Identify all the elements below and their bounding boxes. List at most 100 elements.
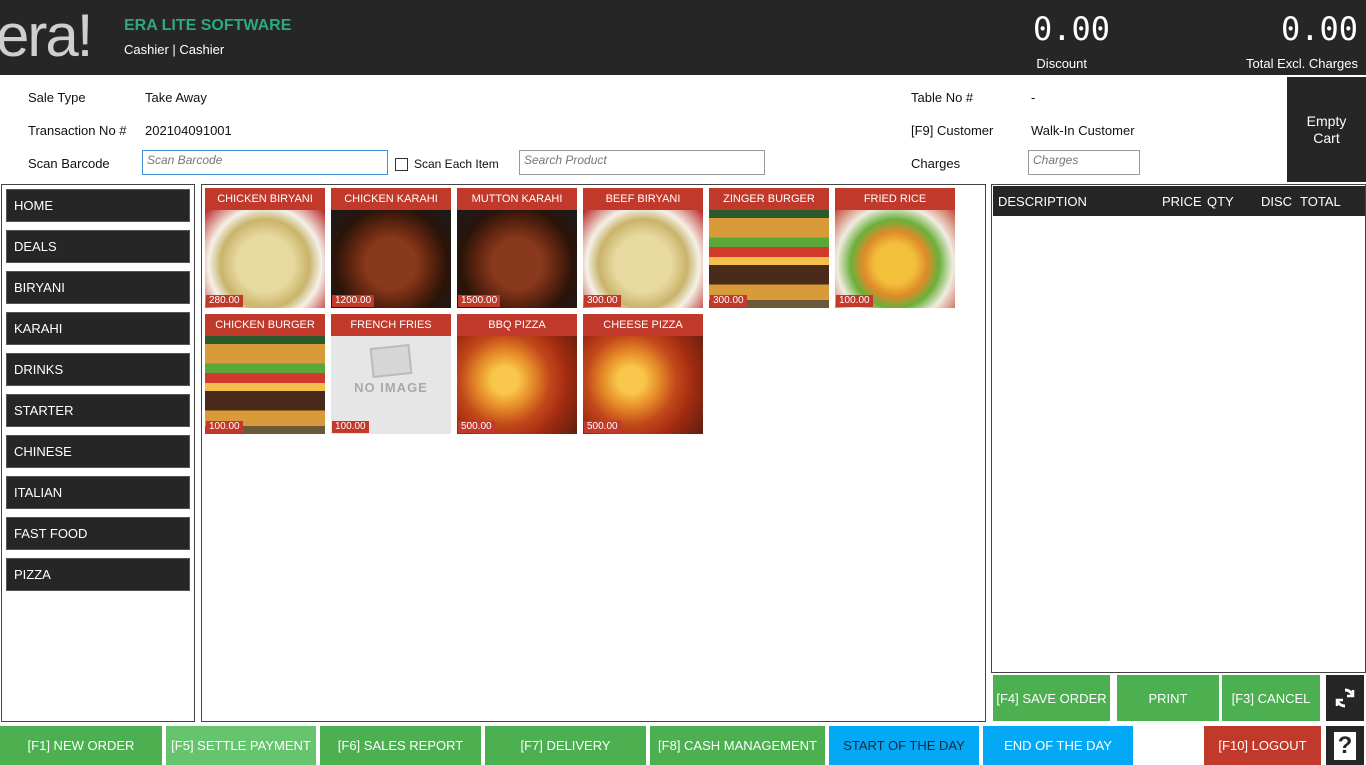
sale-type-label: Sale Type bbox=[28, 90, 86, 105]
refresh-icon bbox=[1335, 688, 1355, 708]
product-tile[interactable]: CHEESE PIZZA 500.00 bbox=[583, 314, 703, 434]
pizza-image bbox=[457, 336, 577, 434]
product-name: ZINGER BURGER bbox=[709, 188, 829, 210]
discount-value: 0.00 bbox=[1032, 10, 1110, 48]
product-tile[interactable]: CHICKEN BIRYANI 280.00 bbox=[205, 188, 325, 308]
category-drinks[interactable]: DRINKS bbox=[6, 353, 190, 386]
cart-col-description: DESCRIPTION bbox=[998, 194, 1087, 209]
product-name: FRIED RICE bbox=[835, 188, 955, 210]
category-karahi[interactable]: KARAHI bbox=[6, 312, 190, 345]
product-name: BBQ PIZZA bbox=[457, 314, 577, 336]
customer-label[interactable]: [F9] Customer bbox=[911, 123, 993, 138]
category-home[interactable]: HOME bbox=[6, 189, 190, 222]
help-icon: ? bbox=[1334, 731, 1356, 760]
charges-label: Charges bbox=[911, 156, 961, 171]
product-name: CHICKEN BIRYANI bbox=[205, 188, 325, 210]
product-tile[interactable]: FRENCH FRIES NO IMAGE 100.00 bbox=[331, 314, 451, 434]
product-panel: CHICKEN BIRYANI 280.00 CHICKEN KARAHI 12… bbox=[201, 184, 986, 722]
product-price: 100.00 bbox=[836, 295, 873, 307]
category-pizza[interactable]: PIZZA bbox=[6, 558, 190, 591]
total-value: 0.00 bbox=[1280, 10, 1358, 48]
category-chinese[interactable]: CHINESE bbox=[6, 435, 190, 468]
product-tile[interactable]: CHICKEN BURGER 100.00 bbox=[205, 314, 325, 434]
burger-image bbox=[709, 210, 829, 308]
start-of-day-button[interactable]: START OF THE DAY bbox=[829, 726, 979, 765]
empty-cart-button[interactable]: Empty Cart bbox=[1287, 77, 1366, 182]
product-price: 500.00 bbox=[584, 421, 621, 433]
product-price: 300.00 bbox=[584, 295, 621, 307]
scan-each-checkbox[interactable] bbox=[395, 158, 408, 171]
cancel-button[interactable]: [F3] CANCEL bbox=[1222, 675, 1320, 721]
cart-col-disc: DISC bbox=[1261, 194, 1293, 209]
refresh-button[interactable] bbox=[1326, 675, 1364, 721]
user-info: Cashier | Cashier bbox=[124, 42, 225, 57]
new-order-button[interactable]: [F1] NEW ORDER bbox=[0, 726, 162, 765]
cart-col-qty: QTY bbox=[1207, 194, 1234, 209]
charges-input[interactable]: Charges bbox=[1028, 150, 1140, 175]
product-tile[interactable]: BBQ PIZZA 500.00 bbox=[457, 314, 577, 434]
table-value: - bbox=[1031, 90, 1036, 105]
settle-payment-button[interactable]: [F5] SETTLE PAYMENT bbox=[166, 726, 316, 765]
product-tile[interactable]: MUTTON KARAHI 1500.00 bbox=[457, 188, 577, 308]
karahi-image bbox=[331, 210, 451, 308]
product-price: 1500.00 bbox=[458, 295, 501, 307]
image-placeholder-icon bbox=[369, 343, 413, 379]
fried-rice-image bbox=[835, 210, 955, 308]
product-tile[interactable]: BEEF BIRYANI 300.00 bbox=[583, 188, 703, 308]
no-image-text: NO IMAGE bbox=[354, 380, 428, 395]
sales-report-button[interactable]: [F6] SALES REPORT bbox=[320, 726, 481, 765]
pizza-image bbox=[583, 336, 703, 434]
karahi-image bbox=[457, 210, 577, 308]
delivery-button[interactable]: [F7] DELIVERY bbox=[485, 726, 646, 765]
search-product-input[interactable]: Search Product bbox=[519, 150, 765, 175]
cart-col-price: PRICE bbox=[1162, 194, 1202, 209]
cart-header: DESCRIPTION PRICE QTY DISC TOTAL bbox=[993, 186, 1365, 216]
top-header: era! ERA LITE SOFTWARE Cashier | Cashier… bbox=[0, 0, 1366, 75]
transaction-label: Transaction No # bbox=[28, 123, 127, 138]
product-price: 1200.00 bbox=[332, 295, 375, 307]
logout-button[interactable]: [F10] LOGOUT bbox=[1204, 726, 1321, 765]
category-panel: HOME DEALS BIRYANI KARAHI DRINKS STARTER… bbox=[1, 184, 195, 722]
transaction-value: 202104091001 bbox=[145, 123, 232, 138]
biryani-image bbox=[205, 210, 325, 308]
scan-barcode-label: Scan Barcode bbox=[28, 156, 110, 171]
print-button[interactable]: PRINT bbox=[1117, 675, 1219, 721]
product-price: 280.00 bbox=[206, 295, 243, 307]
discount-label: Discount bbox=[1036, 56, 1087, 71]
product-price: 300.00 bbox=[710, 295, 747, 307]
table-label: Table No # bbox=[911, 90, 974, 105]
category-fast-food[interactable]: FAST FOOD bbox=[6, 517, 190, 550]
product-name: CHEESE PIZZA bbox=[583, 314, 703, 336]
cart-panel: DESCRIPTION PRICE QTY DISC TOTAL bbox=[991, 184, 1366, 673]
scan-barcode-input[interactable]: Scan Barcode bbox=[142, 150, 388, 175]
product-name: CHICKEN BURGER bbox=[205, 314, 325, 336]
scan-each-label: Scan Each Item bbox=[414, 157, 499, 171]
product-price: 100.00 bbox=[206, 421, 243, 433]
product-name: CHICKEN KARAHI bbox=[331, 188, 451, 210]
category-italian[interactable]: ITALIAN bbox=[6, 476, 190, 509]
help-button[interactable]: ? bbox=[1326, 726, 1364, 765]
product-name: BEEF BIRYANI bbox=[583, 188, 703, 210]
product-tile[interactable]: CHICKEN KARAHI 1200.00 bbox=[331, 188, 451, 308]
product-price: 500.00 bbox=[458, 421, 495, 433]
category-biryani[interactable]: BIRYANI bbox=[6, 271, 190, 304]
sale-type-value: Take Away bbox=[145, 90, 207, 105]
biryani-image bbox=[583, 210, 703, 308]
product-price: 100.00 bbox=[332, 421, 369, 433]
save-order-button[interactable]: [F4] SAVE ORDER bbox=[993, 675, 1110, 721]
no-image-placeholder: NO IMAGE bbox=[331, 336, 451, 434]
total-label: Total Excl. Charges bbox=[1246, 56, 1358, 71]
era-logo: era! bbox=[0, 2, 93, 69]
product-tile[interactable]: FRIED RICE 100.00 bbox=[835, 188, 955, 308]
empty-cart-label: Empty Cart bbox=[1306, 112, 1347, 146]
customer-value[interactable]: Walk-In Customer bbox=[1031, 123, 1135, 138]
cart-col-total: TOTAL bbox=[1300, 194, 1341, 209]
category-deals[interactable]: DEALS bbox=[6, 230, 190, 263]
product-tile[interactable]: ZINGER BURGER 300.00 bbox=[709, 188, 829, 308]
cash-management-button[interactable]: [F8] CASH MANAGEMENT bbox=[650, 726, 825, 765]
end-of-day-button[interactable]: END OF THE DAY bbox=[983, 726, 1133, 765]
product-name: MUTTON KARAHI bbox=[457, 188, 577, 210]
product-name: FRENCH FRIES bbox=[331, 314, 451, 336]
burger-image bbox=[205, 336, 325, 434]
category-starter[interactable]: STARTER bbox=[6, 394, 190, 427]
